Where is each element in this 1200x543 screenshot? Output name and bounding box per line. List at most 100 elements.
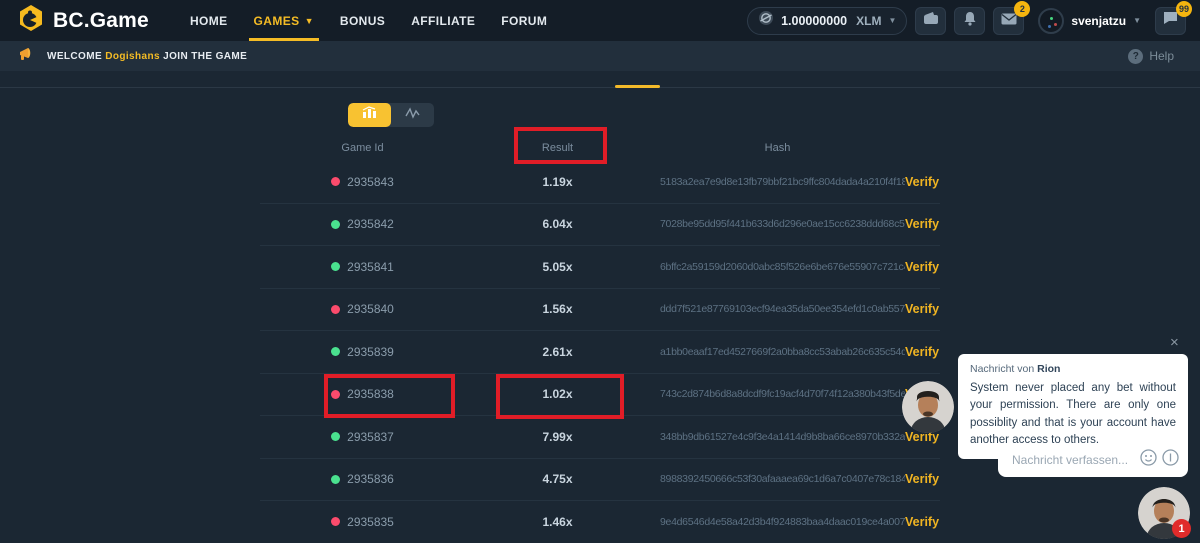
trend-view-button[interactable] (391, 103, 434, 127)
bar-chart-icon (362, 106, 377, 124)
announcement-bar: WELCOME Dogishans JOIN THE GAME ? Help (0, 41, 1200, 71)
game-id-cell[interactable]: 2935839 (260, 345, 465, 359)
pulse-chart-icon (405, 106, 420, 124)
game-id-value: 2935842 (347, 217, 394, 231)
verify-link[interactable]: Verify (905, 175, 940, 189)
bcgame-logo-icon (18, 4, 44, 37)
hash-cell: 8988392450666c53f30afaaaea69c1d6a7c0407e… (650, 473, 905, 485)
info-icon[interactable] (1162, 449, 1179, 471)
result-cell: 1.46x (465, 515, 650, 529)
hash-cell: 348bb9db61527e4c9f3e4a1414d9b8ba66ce8970… (650, 431, 905, 443)
help-label: Help (1149, 49, 1174, 63)
game-id-value: 2935835 (347, 515, 394, 529)
balance-selector[interactable]: 1.00000000 XLM ▼ (747, 7, 907, 35)
chat-input-icons (1140, 449, 1179, 471)
verify-link[interactable]: Verify (905, 345, 940, 359)
game-id-cell[interactable]: 2935843 (260, 175, 465, 189)
balance-currency: XLM (856, 14, 881, 28)
active-tab-underline (249, 38, 319, 41)
chat-toggle-button[interactable]: 99 (1155, 7, 1186, 35)
user-avatar (1038, 8, 1064, 34)
notifications-button[interactable] (954, 7, 985, 35)
chat-sender-avatar (902, 381, 954, 433)
table-body: 2935843 1.19x 5183a2ea7e9d8e13fb79bbf21b… (260, 161, 940, 543)
game-id-cell[interactable]: 2935842 (260, 217, 465, 231)
game-id-value: 2935840 (347, 302, 394, 316)
chat-unread-badge: 99 (1176, 1, 1192, 17)
status-dot (331, 305, 340, 314)
nav-home[interactable]: HOME (177, 0, 241, 41)
envelope-icon (1001, 12, 1017, 30)
result-cell: 6.04x (465, 217, 650, 231)
balance-amount: 1.00000000 (781, 14, 847, 28)
game-id-cell[interactable]: 2935835 (260, 515, 465, 529)
result-cell: 4.75x (465, 472, 650, 486)
chat-launcher-badge: 1 (1172, 519, 1191, 538)
nav-affiliate[interactable]: AFFILIATE (398, 0, 488, 41)
nav-forum[interactable]: FORUM (488, 0, 560, 41)
game-id-cell[interactable]: 2935836 (260, 472, 465, 486)
game-history-table: Game Id Result Hash 2935843 1.19x 5183a2… (260, 135, 940, 543)
chat-message-from: Nachricht von Rion (970, 363, 1176, 375)
annotation-box-result-header (514, 127, 607, 164)
player-name: Dogishans (105, 51, 160, 62)
messages-badge: 2 (1014, 1, 1030, 17)
wallet-icon (923, 11, 939, 30)
verify-link[interactable]: Verify (905, 472, 940, 486)
game-id-cell[interactable]: 2935840 (260, 302, 465, 316)
table-row: 2935837 7.99x 348bb9db61527e4c9f3e4a1414… (260, 416, 940, 459)
scroll-indicator-bar[interactable] (615, 85, 660, 88)
game-id-value: 2935836 (347, 472, 394, 486)
nav-games[interactable]: GAMES ▼ (241, 0, 327, 41)
table-row: 2935841 5.05x 6bffc2a59159d2060d0abc85f5… (260, 246, 940, 289)
brand-logo[interactable]: BC.Game (18, 4, 149, 37)
game-id-cell[interactable]: 2935841 (260, 260, 465, 274)
verify-link[interactable]: Verify (905, 302, 940, 316)
status-dot (331, 347, 340, 356)
table-row: 2935839 2.61x a1bb0eaaf17ed4527669f2a0bb… (260, 331, 940, 374)
question-mark-icon: ? (1128, 49, 1143, 64)
game-id-cell[interactable]: 2935837 (260, 430, 465, 444)
brand-name: BC.Game (53, 9, 149, 33)
chevron-down-icon: ▼ (305, 16, 314, 26)
chat-message-text: System never placed any bet without your… (970, 380, 1176, 449)
content-top-divider (0, 87, 1200, 88)
result-cell: 7.99x (465, 430, 650, 444)
game-id-value: 2935837 (347, 430, 394, 444)
emoji-icon[interactable] (1140, 449, 1157, 471)
hash-cell: a1bb0eaaf17ed4527669f2a0bba8cc53abab26c6… (650, 346, 905, 358)
chat-close-button[interactable]: × (1170, 334, 1179, 351)
list-view-button[interactable] (348, 103, 391, 127)
wallet-button[interactable] (915, 7, 946, 35)
chat-bubble-icon (1163, 11, 1178, 30)
column-header-hash: Hash (650, 142, 905, 154)
chevron-down-icon: ▼ (1133, 16, 1141, 25)
announcement-text: WELCOME Dogishans JOIN THE GAME (47, 51, 247, 62)
user-menu[interactable]: svenjatzu ▼ (1038, 8, 1141, 34)
verify-link[interactable]: Verify (905, 217, 940, 231)
announcement-content[interactable]: WELCOME Dogishans JOIN THE GAME (18, 47, 247, 66)
help-button[interactable]: ? Help (1128, 49, 1174, 64)
coin-icon (758, 10, 774, 31)
hash-cell: 7028be95dd95f441b633d6d296e0ae15cc6238dd… (650, 218, 905, 230)
column-header-game-id: Game Id (260, 142, 465, 154)
hash-cell: ddd7f521e87769103ecf94ea35da50ee354efd1c… (650, 303, 905, 315)
table-row: 2935842 6.04x 7028be95dd95f441b633d6d296… (260, 204, 940, 247)
header-right: 1.00000000 XLM ▼ (747, 7, 1186, 35)
nav-bonus[interactable]: BONUS (327, 0, 398, 41)
bell-icon (963, 11, 977, 31)
verify-link[interactable]: Verify (905, 260, 940, 274)
history-view-toggle (348, 103, 434, 127)
result-cell: 5.05x (465, 260, 650, 274)
status-dot (331, 517, 340, 526)
verify-link[interactable]: Verify (905, 515, 940, 529)
top-header: BC.Game HOME GAMES ▼ BONUS AFFILIATE FOR… (0, 0, 1200, 41)
messages-button[interactable]: 2 (993, 7, 1024, 35)
megaphone-icon (18, 47, 35, 66)
table-row: 2935840 1.56x ddd7f521e87769103ecf94ea35… (260, 289, 940, 332)
chat-message-input[interactable] (998, 453, 1140, 467)
annotation-box-game-id-2935838 (324, 374, 455, 418)
chevron-down-icon: ▼ (888, 16, 896, 25)
status-dot (331, 177, 340, 186)
result-cell: 1.19x (465, 175, 650, 189)
